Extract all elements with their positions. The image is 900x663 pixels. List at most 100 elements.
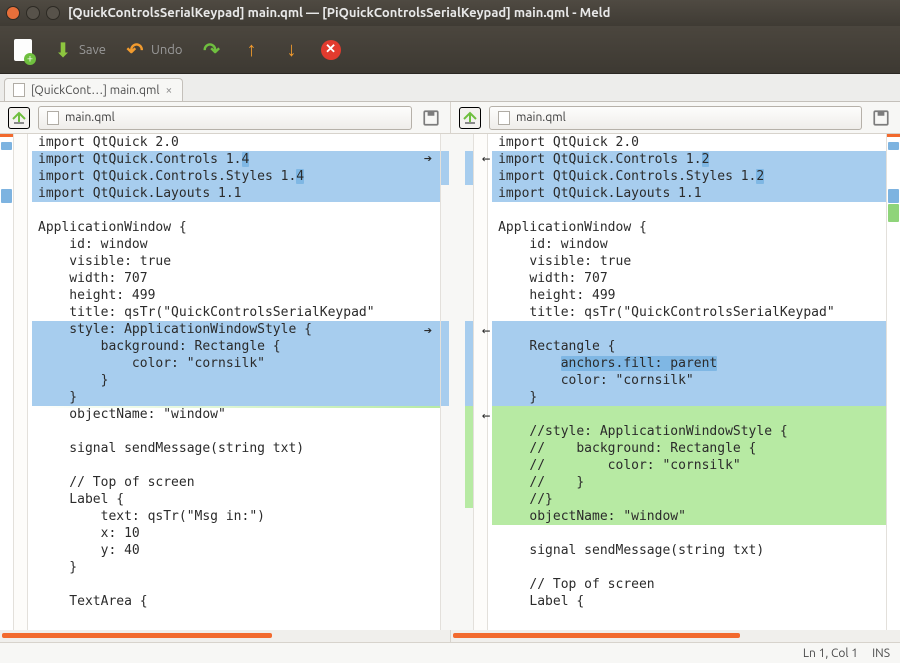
push-right-button[interactable]: ➔ — [420, 152, 436, 168]
right-horizontal-scrollbar[interactable] — [450, 630, 900, 642]
code-line[interactable]: import QtQuick.Controls.Styles 1.2 — [492, 168, 900, 185]
code-line[interactable] — [32, 423, 440, 440]
new-comparison-button[interactable] — [12, 39, 34, 61]
code-line[interactable]: x: 10 — [32, 525, 440, 542]
code-line[interactable]: title: qsTr("QuickControlsSerialKeypad" — [492, 304, 900, 321]
left-diff-map[interactable] — [0, 134, 14, 630]
open-overwrite-icon — [462, 110, 478, 126]
window-title: [QuickControlsSerialKeypad] main.qml — [… — [68, 6, 610, 20]
code-line[interactable]: visible: true — [492, 253, 900, 270]
push-left-button[interactable]: ← — [478, 324, 494, 340]
code-line[interactable] — [492, 406, 900, 423]
code-line[interactable]: } — [32, 559, 440, 576]
code-line[interactable]: // Top of screen — [492, 576, 900, 593]
save-right-button[interactable] — [870, 107, 892, 129]
code-line[interactable]: signal sendMessage(string txt) — [32, 440, 440, 457]
next-diff-button[interactable]: ↓ — [281, 39, 303, 61]
code-line[interactable]: title: qsTr("QuickControlsSerialKeypad" — [32, 304, 440, 321]
undo-button[interactable]: ↶ Undo — [124, 39, 183, 61]
code-line[interactable]: width: 707 — [32, 270, 440, 287]
code-line[interactable]: import QtQuick.Controls 1.4 — [32, 151, 440, 168]
left-file-combo[interactable]: main.qml — [38, 106, 412, 130]
window-close-button[interactable] — [6, 6, 20, 20]
push-left-button[interactable]: ← — [478, 152, 494, 168]
open-right-button[interactable] — [459, 107, 481, 129]
code-line[interactable]: text: qsTr("Msg in:") — [32, 508, 440, 525]
code-line[interactable] — [492, 202, 900, 219]
code-line[interactable] — [492, 321, 900, 338]
code-line[interactable]: visible: true — [32, 253, 440, 270]
right-diff-map[interactable] — [886, 134, 900, 630]
push-right-button[interactable]: ➔ — [420, 324, 436, 340]
code-line[interactable]: y: 40 — [32, 542, 440, 559]
code-line[interactable]: signal sendMessage(string txt) — [492, 542, 900, 559]
tab-label: [QuickCont…] main.qml — [31, 84, 159, 97]
code-line[interactable]: Rectangle { — [492, 338, 900, 355]
open-overwrite-icon — [11, 110, 27, 126]
redo-button[interactable]: ↷ — [201, 39, 223, 61]
code-line[interactable] — [32, 457, 440, 474]
code-line[interactable]: import QtQuick 2.0 — [32, 134, 440, 151]
prev-diff-button[interactable]: ↑ — [241, 39, 263, 61]
code-line[interactable]: import QtQuick.Controls 1.2 — [492, 151, 900, 168]
code-line[interactable]: anchors.fill: parent — [492, 355, 900, 372]
code-line[interactable] — [492, 525, 900, 542]
code-line[interactable]: ApplicationWindow { — [492, 219, 900, 236]
code-line[interactable]: height: 499 — [492, 287, 900, 304]
code-line[interactable] — [32, 576, 440, 593]
code-line[interactable]: TextArea { — [32, 593, 440, 610]
code-line[interactable]: import QtQuick.Layouts 1.1 — [492, 185, 900, 202]
left-horizontal-scrollbar[interactable] — [0, 630, 450, 642]
code-line[interactable]: color: "cornsilk" — [492, 372, 900, 389]
code-line[interactable]: // Top of screen — [32, 474, 440, 491]
code-line[interactable]: import QtQuick 2.0 — [492, 134, 900, 151]
save-as-icon — [872, 109, 890, 127]
save-left-button[interactable] — [420, 107, 442, 129]
code-line[interactable]: height: 499 — [32, 287, 440, 304]
code-line[interactable]: objectName: "window" — [32, 406, 440, 423]
right-file-combo[interactable]: main.qml — [489, 106, 862, 130]
code-line[interactable]: id: window — [492, 236, 900, 253]
code-line[interactable]: import QtQuick.Controls.Styles 1.4 — [32, 168, 440, 185]
code-line[interactable]: Label { — [32, 491, 440, 508]
window-maximize-button[interactable] — [46, 6, 60, 20]
push-left-button[interactable]: ← — [478, 409, 494, 425]
code-line[interactable]: // background: Rectangle { — [492, 440, 900, 457]
code-line[interactable]: objectName: "window" — [492, 508, 900, 525]
code-line[interactable]: // color: "cornsilk" — [492, 457, 900, 474]
code-line[interactable] — [492, 559, 900, 576]
tab-comparison[interactable]: [QuickCont…] main.qml × — [4, 78, 183, 101]
code-line[interactable]: color: "cornsilk" — [32, 355, 440, 372]
redo-icon: ↷ — [201, 39, 223, 61]
code-line[interactable]: //} — [492, 491, 900, 508]
code-line[interactable]: background: Rectangle { — [32, 338, 440, 355]
code-line[interactable]: ApplicationWindow { — [32, 219, 440, 236]
arrow-up-icon: ↑ — [241, 39, 263, 61]
left-code-pane[interactable]: import QtQuick 2.0import QtQuick.Control… — [14, 134, 440, 630]
stop-button[interactable]: ✕ — [321, 40, 341, 60]
insert-mode: INS — [872, 647, 890, 660]
window-minimize-button[interactable] — [26, 6, 40, 20]
save-button[interactable]: ⬇ Save — [52, 39, 106, 61]
cursor-position: Ln 1, Col 1 — [803, 647, 858, 660]
right-code-pane[interactable]: import QtQuick 2.0import QtQuick.Control… — [474, 134, 900, 630]
left-file-name: main.qml — [65, 111, 115, 124]
code-line[interactable]: Label { — [492, 593, 900, 610]
code-line[interactable]: // } — [492, 474, 900, 491]
code-line[interactable]: } — [32, 372, 440, 389]
status-bar: Ln 1, Col 1 INS — [0, 642, 900, 663]
open-left-button[interactable] — [8, 107, 30, 129]
code-line[interactable]: import QtQuick.Layouts 1.1 — [32, 185, 440, 202]
stop-icon: ✕ — [321, 40, 341, 60]
code-line[interactable]: id: window — [32, 236, 440, 253]
save-as-icon — [422, 109, 440, 127]
diff-panes: import QtQuick 2.0import QtQuick.Control… — [0, 134, 900, 630]
code-line[interactable]: width: 707 — [492, 270, 900, 287]
new-document-plus-icon — [14, 39, 32, 61]
code-line[interactable]: //style: ApplicationWindowStyle { — [492, 423, 900, 440]
code-line[interactable]: } — [32, 389, 440, 406]
code-line[interactable]: style: ApplicationWindowStyle { — [32, 321, 440, 338]
code-line[interactable]: } — [492, 389, 900, 406]
tab-close-button[interactable]: × — [165, 84, 172, 97]
code-line[interactable] — [32, 202, 440, 219]
